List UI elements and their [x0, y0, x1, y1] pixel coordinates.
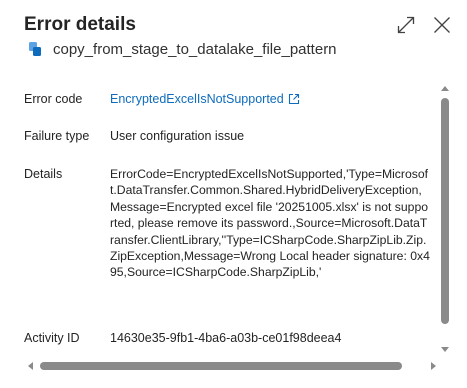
panel-title: Error details [24, 14, 136, 35]
expand-icon [397, 16, 415, 34]
scroll-up-arrow-icon[interactable] [441, 86, 449, 91]
open-external-icon[interactable] [288, 93, 300, 105]
pipeline-name: copy_from_stage_to_datalake_file_pattern [53, 40, 337, 58]
pipeline-subtitle: copy_from_stage_to_datalake_file_pattern [26, 40, 337, 58]
activity-id-row: Activity ID 14630e35-9fb1-4ba6-a03b-ce01… [24, 330, 430, 346]
failure-type-value: User configuration issue [110, 129, 245, 143]
details-row: Details ErrorCode=EncryptedExcelIsNotSup… [24, 166, 430, 281]
scroll-right-arrow-icon[interactable] [431, 362, 436, 370]
expand-button[interactable] [395, 14, 417, 36]
activity-id-label: Activity ID [24, 331, 80, 345]
vertical-scrollbar[interactable] [440, 86, 450, 352]
details-label: Details [24, 167, 63, 181]
details-content: Error code EncryptedExcelIsNotSupported … [0, 78, 436, 358]
close-icon [434, 17, 450, 33]
error-details-panel: Error details copy_from_stage_to_datalak… [0, 0, 467, 388]
scroll-left-arrow-icon[interactable] [28, 362, 33, 370]
failure-type-row: Failure type User configuration issue [24, 128, 430, 144]
error-code-value[interactable]: EncryptedExcelIsNotSupported [110, 91, 284, 107]
vertical-scroll-thumb[interactable] [441, 98, 449, 324]
details-value: ErrorCode=EncryptedExcelIsNotSupported,'… [110, 167, 430, 280]
header-actions [395, 14, 453, 36]
activity-id-value: 14630e35-9fb1-4ba6-a03b-ce01f98deea4 [110, 331, 342, 345]
horizontal-scroll-thumb[interactable] [40, 362, 402, 370]
error-code-row: Error code EncryptedExcelIsNotSupported [24, 91, 430, 107]
error-code-link[interactable]: EncryptedExcelIsNotSupported [110, 91, 430, 107]
error-code-label: Error code [24, 92, 83, 106]
failure-type-label: Failure type [24, 129, 90, 143]
scroll-down-arrow-icon[interactable] [441, 347, 449, 352]
pipeline-icon [26, 40, 44, 58]
close-button[interactable] [431, 14, 453, 36]
horizontal-scrollbar[interactable] [28, 361, 436, 371]
